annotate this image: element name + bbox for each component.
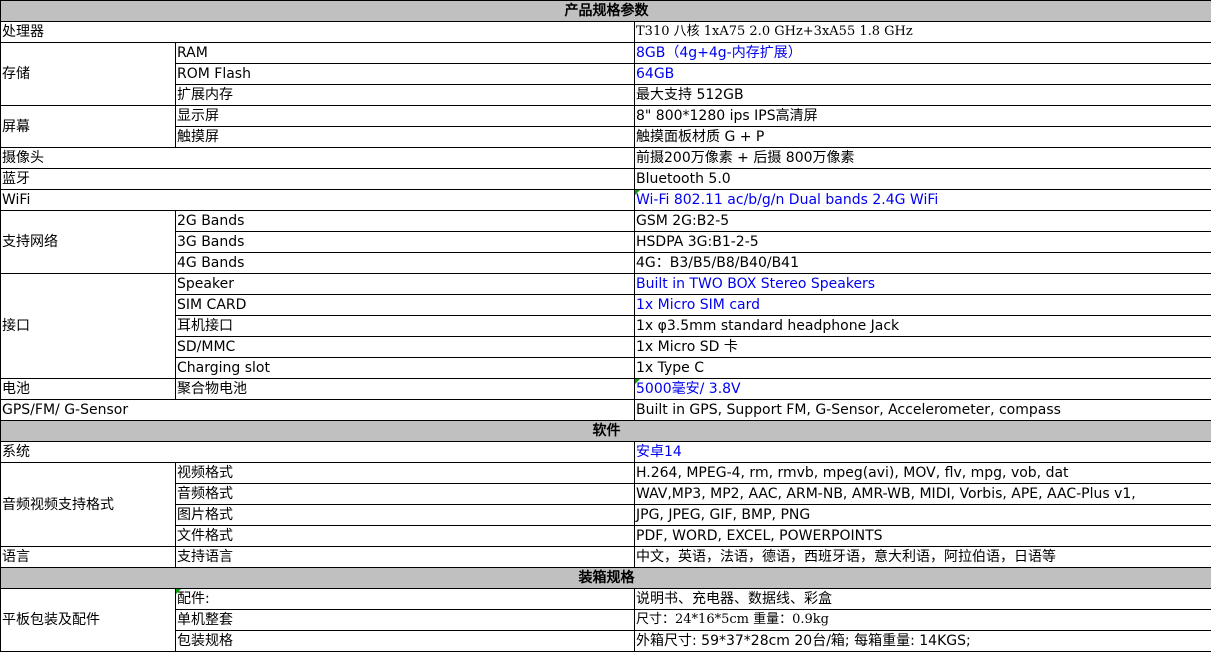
table-row: GPS/FM/ G-Sensor Built in GPS, Support F… [1, 400, 1211, 421]
row-label-image: 图片格式 [176, 505, 635, 526]
table-row: 音频视频支持格式 视频格式 H.264, MPEG-4, rm, rmvb, m… [1, 463, 1211, 484]
table-row: 文件格式 PDF, WORD, EXCEL, POWERPOINTS [1, 526, 1211, 547]
table-row: 电池 聚合物电池 5000毫安/ 3.8V [1, 379, 1211, 400]
row-value-display: 8" 800*1280 ips IPS高清屏 [635, 106, 1211, 127]
row-label-unit: 单机整套 [176, 610, 635, 631]
row-label-cpu: 处理器 [1, 22, 635, 43]
table-row: 存储 RAM 8GB（4g+4g-内存扩展） [1, 43, 1211, 64]
row-value-charging: 1x Type C [635, 358, 1211, 379]
section-header-product: 产品规格参数 [1, 1, 1211, 22]
row-value-rom: 64GB [635, 64, 1211, 85]
row-value-sim: 1x Micro SIM card [635, 295, 1211, 316]
table-row: 耳机接口 1x φ3.5mm standard headphone Jack [1, 316, 1211, 337]
row-value-bluetooth: Bluetooth 5.0 [635, 169, 1211, 190]
table-row: 支持网络 2G Bands GSM 2G:B2-5 [1, 211, 1211, 232]
row-value-camera: 前摄200万像素 + 后摄 800万像素 [635, 148, 1211, 169]
row-value-image: JPG, JPEG, GIF, BMP, PNG [635, 505, 1211, 526]
row-value-speaker: Built in TWO BOX Stereo Speakers [635, 274, 1211, 295]
row-label-charging: Charging slot [176, 358, 635, 379]
row-label-display: 显示屏 [176, 106, 635, 127]
row-label-ext-memory: 扩展内存 [176, 85, 635, 106]
table-row: 平板包装及配件 配件: 说明书、充电器、数据线、彩盒 [1, 589, 1211, 610]
row-value-wifi: Wi-Fi 802.11 ac/b/g/n Dual bands 2.4G Wi… [635, 190, 1211, 211]
row-label-bluetooth: 蓝牙 [1, 169, 635, 190]
table-row: 处理器 T310 八核 1xA75 2.0 GHz+3xA55 1.8 GHz [1, 22, 1211, 43]
row-label-headphone: 耳机接口 [176, 316, 635, 337]
row-label-language: 支持语言 [176, 547, 635, 568]
row-value-touch: 触摸面板材质 G + P [635, 127, 1211, 148]
table-row: 触摸屏 触摸面板材质 G + P [1, 127, 1211, 148]
section-header-row: 装箱规格 [1, 568, 1211, 589]
row-label-sim: SIM CARD [176, 295, 635, 316]
spec-table: 产品规格参数 处理器 T310 八核 1xA75 2.0 GHz+3xA55 1… [0, 0, 1211, 652]
table-row: 屏幕 显示屏 8" 800*1280 ips IPS高清屏 [1, 106, 1211, 127]
table-row: 摄像头 前摄200万像素 + 后摄 800万像素 [1, 148, 1211, 169]
row-label-box: 包装规格 [176, 631, 635, 652]
row-label-audio: 音频格式 [176, 484, 635, 505]
table-row: 包装规格 外箱尺寸: 59*37*28cm 20台/箱; 每箱重量: 14KGS… [1, 631, 1211, 652]
row-value-ext-memory: 最大支持 512GB [635, 85, 1211, 106]
table-row: 音频格式 WAV,MP3, MP2, AAC, ARM-NB, AMR-WB, … [1, 484, 1211, 505]
section-header-row: 产品规格参数 [1, 1, 1211, 22]
row-value-gps: Built in GPS, Support FM, G-Sensor, Acce… [635, 400, 1211, 421]
group-label-battery: 电池 [1, 379, 176, 400]
row-label-doc: 文件格式 [176, 526, 635, 547]
table-row: 系统 安卓14 [1, 442, 1211, 463]
group-label-language: 语言 [1, 547, 176, 568]
row-value-battery: 5000毫安/ 3.8V [635, 379, 1211, 400]
row-label-video: 视频格式 [176, 463, 635, 484]
group-label-storage: 存储 [1, 43, 176, 106]
table-row: 3G Bands HSDPA 3G:B1-2-5 [1, 232, 1211, 253]
row-value-audio: WAV,MP3, MP2, AAC, ARM-NB, AMR-WB, MIDI,… [635, 484, 1211, 505]
row-value-3g: HSDPA 3G:B1-2-5 [635, 232, 1211, 253]
row-label-4g: 4G Bands [176, 253, 635, 274]
table-row: WiFi Wi-Fi 802.11 ac/b/g/n Dual bands 2.… [1, 190, 1211, 211]
table-row: 4G Bands 4G：B3/B5/B8/B40/B41 [1, 253, 1211, 274]
table-row: 图片格式 JPG, JPEG, GIF, BMP, PNG [1, 505, 1211, 526]
row-label-sd: SD/MMC [176, 337, 635, 358]
row-value-os: 安卓14 [635, 442, 1211, 463]
section-header-row: 软件 [1, 421, 1211, 442]
section-header-software: 软件 [1, 421, 1211, 442]
row-label-camera: 摄像头 [1, 148, 635, 169]
row-value-unit: 尺寸：24*16*5cm 重量：0.9kg [635, 610, 1211, 631]
row-label-touch: 触摸屏 [176, 127, 635, 148]
row-label-accessories: 配件: [176, 589, 635, 610]
row-value-2g: GSM 2G:B2-5 [635, 211, 1211, 232]
table-row: 单机整套 尺寸：24*16*5cm 重量：0.9kg [1, 610, 1211, 631]
table-row: ROM Flash 64GB [1, 64, 1211, 85]
table-row: 蓝牙 Bluetooth 5.0 [1, 169, 1211, 190]
table-row: 语言 支持语言 中文，英语，法语，德语，西班牙语，意大利语，阿拉伯语，日语等 [1, 547, 1211, 568]
table-row: SD/MMC 1x Micro SD 卡 [1, 337, 1211, 358]
section-header-packing: 装箱规格 [1, 568, 1211, 589]
row-value-headphone: 1x φ3.5mm standard headphone Jack [635, 316, 1211, 337]
row-label-speaker: Speaker [176, 274, 635, 295]
row-label-ram: RAM [176, 43, 635, 64]
row-label-2g: 2G Bands [176, 211, 635, 232]
row-value-ram: 8GB（4g+4g-内存扩展） [635, 43, 1211, 64]
row-value-cpu: T310 八核 1xA75 2.0 GHz+3xA55 1.8 GHz [635, 22, 1211, 43]
row-value-4g: 4G：B3/B5/B8/B40/B41 [635, 253, 1211, 274]
group-label-package: 平板包装及配件 [1, 589, 176, 652]
group-label-screen: 屏幕 [1, 106, 176, 148]
row-label-os: 系统 [1, 442, 635, 463]
group-label-network: 支持网络 [1, 211, 176, 274]
row-label-wifi: WiFi [1, 190, 635, 211]
row-label-battery: 聚合物电池 [176, 379, 635, 400]
table-row: Charging slot 1x Type C [1, 358, 1211, 379]
row-label-3g: 3G Bands [176, 232, 635, 253]
row-value-accessories: 说明书、充电器、数据线、彩盒 [635, 589, 1211, 610]
row-value-language: 中文，英语，法语，德语，西班牙语，意大利语，阿拉伯语，日语等 [635, 547, 1211, 568]
group-label-ports: 接口 [1, 274, 176, 379]
row-value-box: 外箱尺寸: 59*37*28cm 20台/箱; 每箱重量: 14KGS; [635, 631, 1211, 652]
table-row: SIM CARD 1x Micro SIM card [1, 295, 1211, 316]
row-label-gps: GPS/FM/ G-Sensor [1, 400, 635, 421]
row-value-sd: 1x Micro SD 卡 [635, 337, 1211, 358]
group-label-media: 音频视频支持格式 [1, 463, 176, 547]
row-value-video: H.264, MPEG-4, rm, rmvb, mpeg(avi), MOV,… [635, 463, 1211, 484]
table-row: 扩展内存 最大支持 512GB [1, 85, 1211, 106]
row-label-rom: ROM Flash [176, 64, 635, 85]
row-value-doc: PDF, WORD, EXCEL, POWERPOINTS [635, 526, 1211, 547]
table-row: 接口 Speaker Built in TWO BOX Stereo Speak… [1, 274, 1211, 295]
